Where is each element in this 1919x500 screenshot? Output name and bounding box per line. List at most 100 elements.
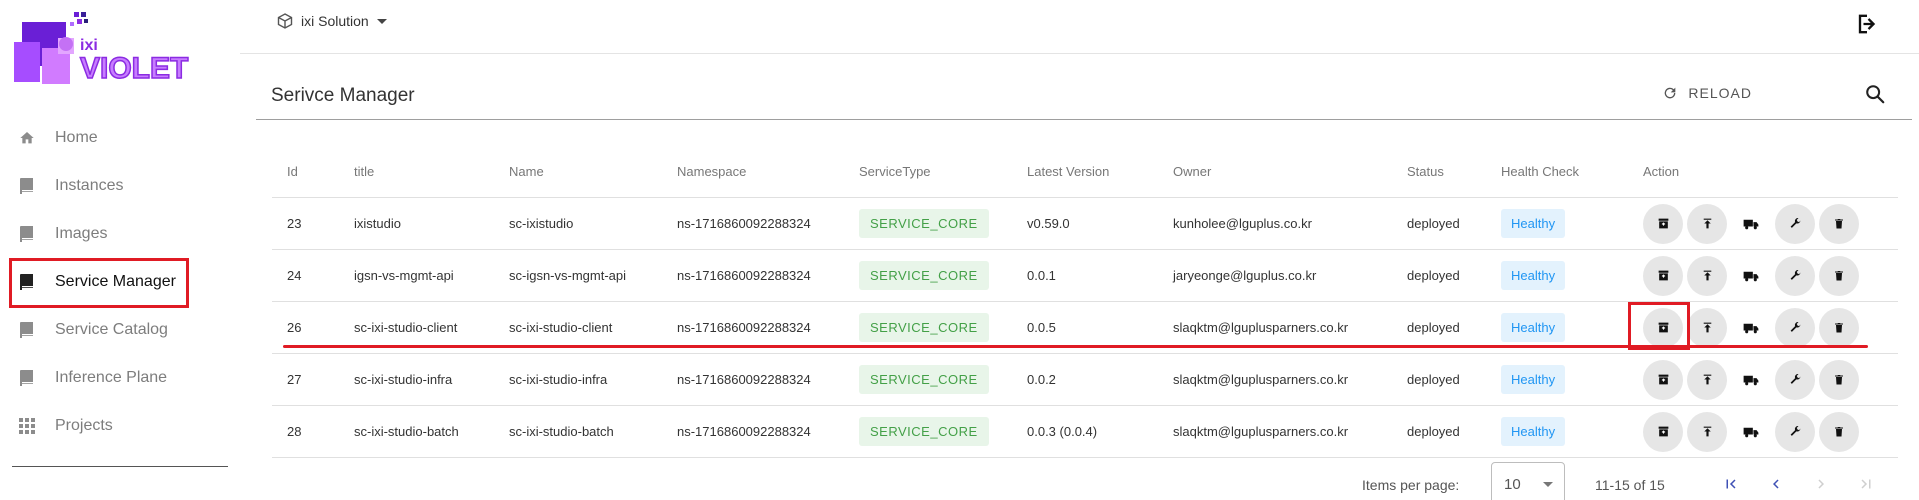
- wrench-icon: [1789, 373, 1802, 386]
- items-per-page-select[interactable]: 10: [1491, 462, 1565, 500]
- cell-status: deployed: [1407, 268, 1460, 283]
- sidebar-item-label: Images: [55, 225, 108, 242]
- release-button[interactable]: [1731, 256, 1771, 296]
- settings-button[interactable]: [1775, 255, 1815, 296]
- sidebar-item-home[interactable]: Home: [0, 114, 240, 162]
- logout-icon[interactable]: [1853, 10, 1881, 38]
- col-header-id[interactable]: Id: [272, 164, 339, 179]
- cell-id: 24: [287, 268, 302, 283]
- cell-name: sc-ixi-studio-infra: [509, 372, 608, 387]
- solution-selector[interactable]: ixi Solution: [277, 13, 387, 29]
- cell-owner: kunholee@lguplus.co.kr: [1173, 216, 1312, 231]
- sidebar-item-images[interactable]: Images: [0, 210, 240, 258]
- deploy-button[interactable]: [1687, 203, 1727, 244]
- reload-label: RELOAD: [1688, 85, 1752, 101]
- service-type-chip: SERVICE_CORE: [859, 365, 989, 394]
- cell-id: 23: [287, 216, 302, 231]
- cell-status: deployed: [1407, 320, 1460, 335]
- archive-button[interactable]: [1643, 359, 1683, 400]
- col-header-service-type[interactable]: ServiceType: [844, 164, 1012, 179]
- settings-button[interactable]: [1775, 307, 1815, 348]
- health-badge: Healthy: [1501, 365, 1566, 394]
- previous-page-button[interactable]: [1761, 470, 1791, 498]
- next-page-button[interactable]: [1806, 470, 1836, 498]
- deploy-button[interactable]: [1687, 411, 1727, 452]
- ixi-violet-logo[interactable]: ixi VIOLET: [14, 8, 229, 100]
- cube-icon: [277, 13, 293, 29]
- delete-button[interactable]: [1819, 359, 1859, 400]
- chevron-right-icon: [1818, 479, 1824, 489]
- release-button[interactable]: [1731, 308, 1771, 348]
- table-row[interactable]: 26 sc-ixi-studio-client sc-ixi-studio-clie…: [272, 302, 1898, 354]
- cell-title: sc-ixi-studio-client: [354, 320, 458, 335]
- first-page-icon: [1726, 479, 1736, 489]
- deploy-button[interactable]: [1687, 359, 1727, 400]
- reload-button[interactable]: RELOAD: [1662, 85, 1752, 101]
- table-row[interactable]: 24 igsn-vs-mgmt-api sc-igsn-vs-mgmt-api ns-…: [272, 250, 1898, 302]
- cell-service-type: SERVICE_CORE: [844, 261, 1012, 290]
- cell-owner: slaqktm@lguplusparners.co.kr: [1173, 372, 1349, 387]
- archive-icon: [1657, 425, 1670, 438]
- cell-name: sc-ixi-studio-batch: [509, 424, 614, 439]
- col-header-name[interactable]: Name: [494, 164, 662, 179]
- page-header: Serivce Manager RELOAD: [256, 70, 1912, 120]
- table-body: 23 ixistudio sc-ixistudio ns-17168600922883…: [272, 198, 1898, 458]
- cell-status: deployed: [1407, 424, 1460, 439]
- col-header-title[interactable]: title: [339, 164, 494, 179]
- table-row[interactable]: 27 sc-ixi-studio-infra sc-ixi-studio-infra…: [272, 354, 1898, 406]
- wrench-icon: [1789, 217, 1802, 230]
- col-header-owner[interactable]: Owner: [1158, 164, 1392, 179]
- search-icon[interactable]: [1864, 83, 1886, 105]
- cell-action: [1628, 307, 1878, 348]
- table-row[interactable]: 28 sc-ixi-studio-batch sc-ixi-studio-batch…: [272, 406, 1898, 458]
- cell-latest-version: 0.0.5: [1027, 320, 1056, 335]
- book-icon: [18, 369, 36, 387]
- settings-button[interactable]: [1775, 203, 1815, 244]
- chevron-left-icon: [1773, 479, 1779, 489]
- sidebar-item-service-manager[interactable]: Service Manager: [0, 258, 240, 306]
- last-page-button[interactable]: [1851, 470, 1881, 498]
- upload-icon: [1701, 425, 1714, 438]
- truck-icon: [1743, 425, 1759, 439]
- col-header-namespace[interactable]: Namespace: [662, 164, 844, 179]
- delete-button[interactable]: [1819, 307, 1859, 348]
- sidebar-item-projects[interactable]: Projects: [0, 402, 240, 450]
- page-range-label: 11-15 of 15: [1595, 477, 1665, 493]
- deploy-button[interactable]: [1687, 255, 1727, 296]
- home-icon: [18, 129, 36, 147]
- refresh-icon: [1665, 87, 1676, 99]
- archive-button[interactable]: [1643, 255, 1683, 296]
- sidebar: ixi VIOLET Home Instances Images Service…: [0, 0, 240, 500]
- cell-name: sc-ixistudio: [509, 216, 574, 231]
- archive-button[interactable]: [1643, 203, 1683, 244]
- col-header-latest-version[interactable]: Latest Version: [1012, 164, 1158, 179]
- release-button[interactable]: [1731, 204, 1771, 244]
- table-row[interactable]: 23 ixistudio sc-ixistudio ns-17168600922883…: [272, 198, 1898, 250]
- items-per-page-value: 10: [1504, 476, 1521, 493]
- trash-icon: [1833, 373, 1845, 386]
- release-button[interactable]: [1731, 412, 1771, 452]
- deploy-button[interactable]: [1687, 307, 1727, 348]
- archive-icon: [1657, 373, 1670, 386]
- service-type-chip: SERVICE_CORE: [859, 313, 989, 342]
- delete-button[interactable]: [1819, 411, 1859, 452]
- health-badge: Healthy: [1501, 417, 1566, 446]
- sidebar-item-instances[interactable]: Instances: [0, 162, 240, 210]
- settings-button[interactable]: [1775, 359, 1815, 400]
- release-button[interactable]: [1731, 360, 1771, 400]
- settings-button[interactable]: [1775, 411, 1815, 452]
- sidebar-item-inference-plane[interactable]: Inference Plane: [0, 354, 240, 402]
- upload-icon: [1701, 269, 1714, 282]
- sidebar-item-label: Instances: [55, 177, 124, 194]
- truck-icon: [1743, 321, 1759, 335]
- sidebar-item-service-catalog[interactable]: Service Catalog: [0, 306, 240, 354]
- cell-latest-version: 0.0.3 (0.0.4): [1027, 424, 1098, 439]
- wrench-icon: [1789, 425, 1802, 438]
- delete-button[interactable]: [1819, 203, 1859, 244]
- archive-button[interactable]: [1643, 307, 1683, 348]
- col-header-status[interactable]: Status: [1392, 164, 1486, 179]
- trash-icon: [1833, 425, 1845, 438]
- archive-button[interactable]: [1643, 411, 1683, 452]
- delete-button[interactable]: [1819, 255, 1859, 296]
- first-page-button[interactable]: [1716, 470, 1746, 498]
